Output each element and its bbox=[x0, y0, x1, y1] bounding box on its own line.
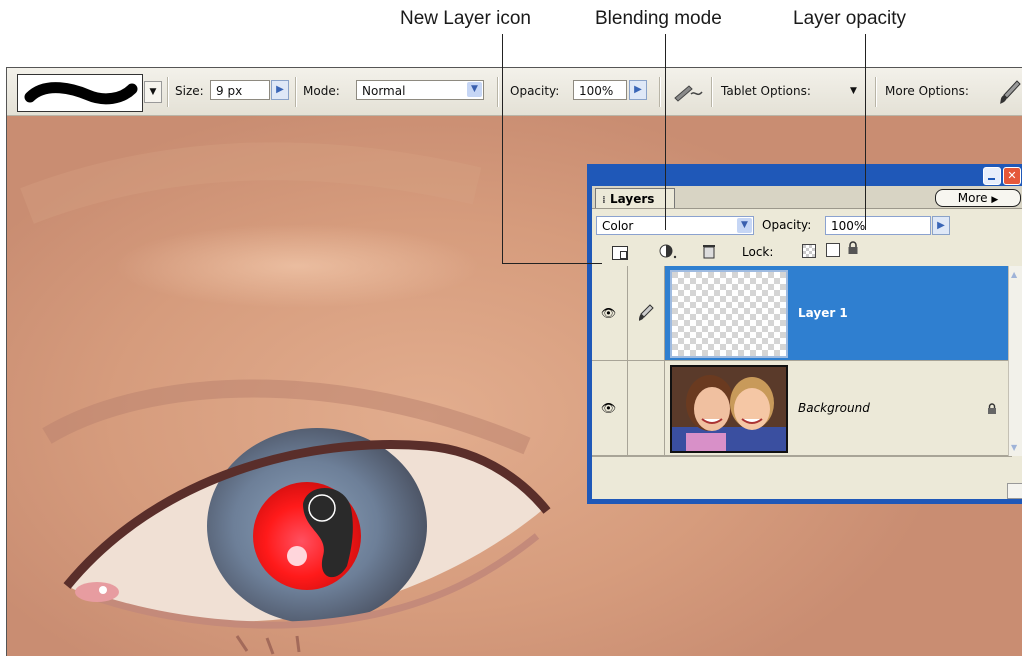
mode-label: Mode: bbox=[303, 84, 340, 98]
brush-tool-icon[interactable] bbox=[997, 78, 1022, 106]
separator bbox=[659, 77, 661, 107]
layer-link-cell[interactable] bbox=[628, 361, 665, 455]
brush-preview[interactable] bbox=[17, 74, 143, 112]
tablet-options-label[interactable]: Tablet Options: bbox=[721, 84, 811, 98]
layer-thumbnail-photo bbox=[670, 365, 788, 453]
grip-icon: ⁞ bbox=[602, 195, 606, 206]
visibility-toggle[interactable]: 👁 bbox=[592, 266, 628, 360]
options-bar: ▼ Size: 9 px ▶ Mode: Normal ▼ Opacity: 1… bbox=[7, 68, 1022, 116]
opacity-slider-arrow-icon[interactable]: ▶ bbox=[932, 216, 950, 235]
eye-icon: 👁 bbox=[601, 401, 617, 415]
separator bbox=[711, 77, 713, 107]
scroll-up-icon[interactable]: ▲ bbox=[1011, 270, 1017, 279]
brush-stroke-icon bbox=[24, 82, 138, 105]
chevron-down-icon: ▼ bbox=[467, 82, 482, 97]
blend-mode-select[interactable]: Color ▼ bbox=[596, 216, 754, 235]
layer-opacity-value: 100% bbox=[831, 219, 866, 233]
adjustment-layer-icon[interactable] bbox=[658, 243, 680, 261]
blend-mode-value: Color bbox=[602, 219, 634, 233]
more-button-label: More bbox=[957, 191, 988, 205]
tablet-options-dropdown-icon[interactable]: ▼ bbox=[850, 86, 857, 96]
mode-value: Normal bbox=[362, 84, 406, 98]
size-field[interactable]: 9 px bbox=[210, 80, 270, 100]
callout-line-new-layer bbox=[502, 34, 503, 263]
opacity-label: Opacity: bbox=[510, 84, 560, 98]
size-slider-arrow-icon[interactable]: ▶ bbox=[271, 80, 289, 100]
lock-pixels-icon[interactable] bbox=[826, 243, 840, 257]
brush-picker-dropdown[interactable]: ▼ bbox=[144, 81, 162, 103]
play-icon: ▶ bbox=[991, 195, 999, 205]
layer-name-background[interactable]: Background bbox=[798, 401, 870, 415]
more-button[interactable]: More ▶ bbox=[935, 189, 1021, 207]
callout-layer-opacity: Layer opacity bbox=[793, 8, 907, 29]
layer-thumbnail-transparent bbox=[670, 270, 788, 358]
scroll-down-icon[interactable]: ▼ bbox=[1011, 443, 1017, 452]
callout-line-blending-mode bbox=[665, 34, 666, 230]
close-icon[interactable]: ✕ bbox=[1003, 167, 1021, 185]
eye-icon: 👁 bbox=[601, 306, 617, 320]
separator bbox=[167, 77, 169, 107]
tab-strip: ⁞ Layers More ▶ bbox=[592, 186, 1022, 209]
opacity-slider-arrow-icon[interactable]: ▶ bbox=[629, 80, 647, 100]
callout-new-layer-icon: New Layer icon bbox=[400, 8, 531, 29]
callout-blending-mode: Blending mode bbox=[595, 8, 722, 29]
layer-link-cell[interactable] bbox=[628, 266, 665, 360]
trash-icon[interactable] bbox=[702, 243, 716, 259]
resize-grip-icon[interactable] bbox=[1007, 483, 1022, 499]
new-layer-icon[interactable] bbox=[612, 246, 628, 260]
layer-name-layer-1[interactable]: Layer 1 bbox=[798, 306, 848, 320]
lock-label: Lock: bbox=[742, 245, 774, 259]
lock-icon bbox=[987, 403, 997, 415]
layer-row-background[interactable]: 👁 Background bbox=[592, 361, 1012, 456]
separator bbox=[295, 77, 297, 107]
opacity-label: Opacity: bbox=[762, 218, 812, 232]
layer-list: 👁 Layer 1 👁 Background bbox=[592, 266, 1012, 456]
size-label: Size: bbox=[175, 84, 204, 98]
layer-row-layer-1[interactable]: 👁 Layer 1 bbox=[592, 266, 1012, 361]
more-options-label[interactable]: More Options: bbox=[885, 84, 969, 98]
visibility-toggle[interactable]: 👁 bbox=[592, 361, 628, 455]
tab-layers-label: Layers bbox=[610, 192, 655, 206]
chevron-down-icon: ▼ bbox=[737, 218, 752, 233]
photoshop-window: ▼ Size: 9 px ▶ Mode: Normal ▼ Opacity: 1… bbox=[6, 67, 1022, 656]
brush-icon bbox=[639, 304, 654, 321]
lock-all-icon[interactable] bbox=[847, 241, 859, 255]
separator bbox=[497, 77, 499, 107]
layers-panel: ✕ ⁞ Layers More ▶ Color ▼ Opacity: 100% bbox=[587, 164, 1022, 504]
layers-scrollbar[interactable]: ▲ ▼ bbox=[1008, 266, 1022, 456]
separator bbox=[875, 77, 877, 107]
layers-panel-body: ⁞ Layers More ▶ Color ▼ Opacity: 100% ▶ bbox=[592, 186, 1022, 499]
mode-select[interactable]: Normal ▼ bbox=[356, 80, 484, 100]
lock-transparency-icon[interactable] bbox=[802, 244, 816, 258]
opacity-field[interactable]: 100% bbox=[573, 80, 627, 100]
tab-layers[interactable]: ⁞ Layers bbox=[595, 188, 675, 208]
layer-opacity-field[interactable]: 100% bbox=[825, 216, 931, 235]
callout-line-layer-opacity bbox=[865, 34, 866, 230]
minimize-icon[interactable] bbox=[983, 167, 1001, 185]
airbrush-icon[interactable] bbox=[671, 80, 705, 104]
callout-line-new-layer-horizontal bbox=[502, 263, 602, 264]
panel-footer bbox=[592, 456, 1012, 487]
